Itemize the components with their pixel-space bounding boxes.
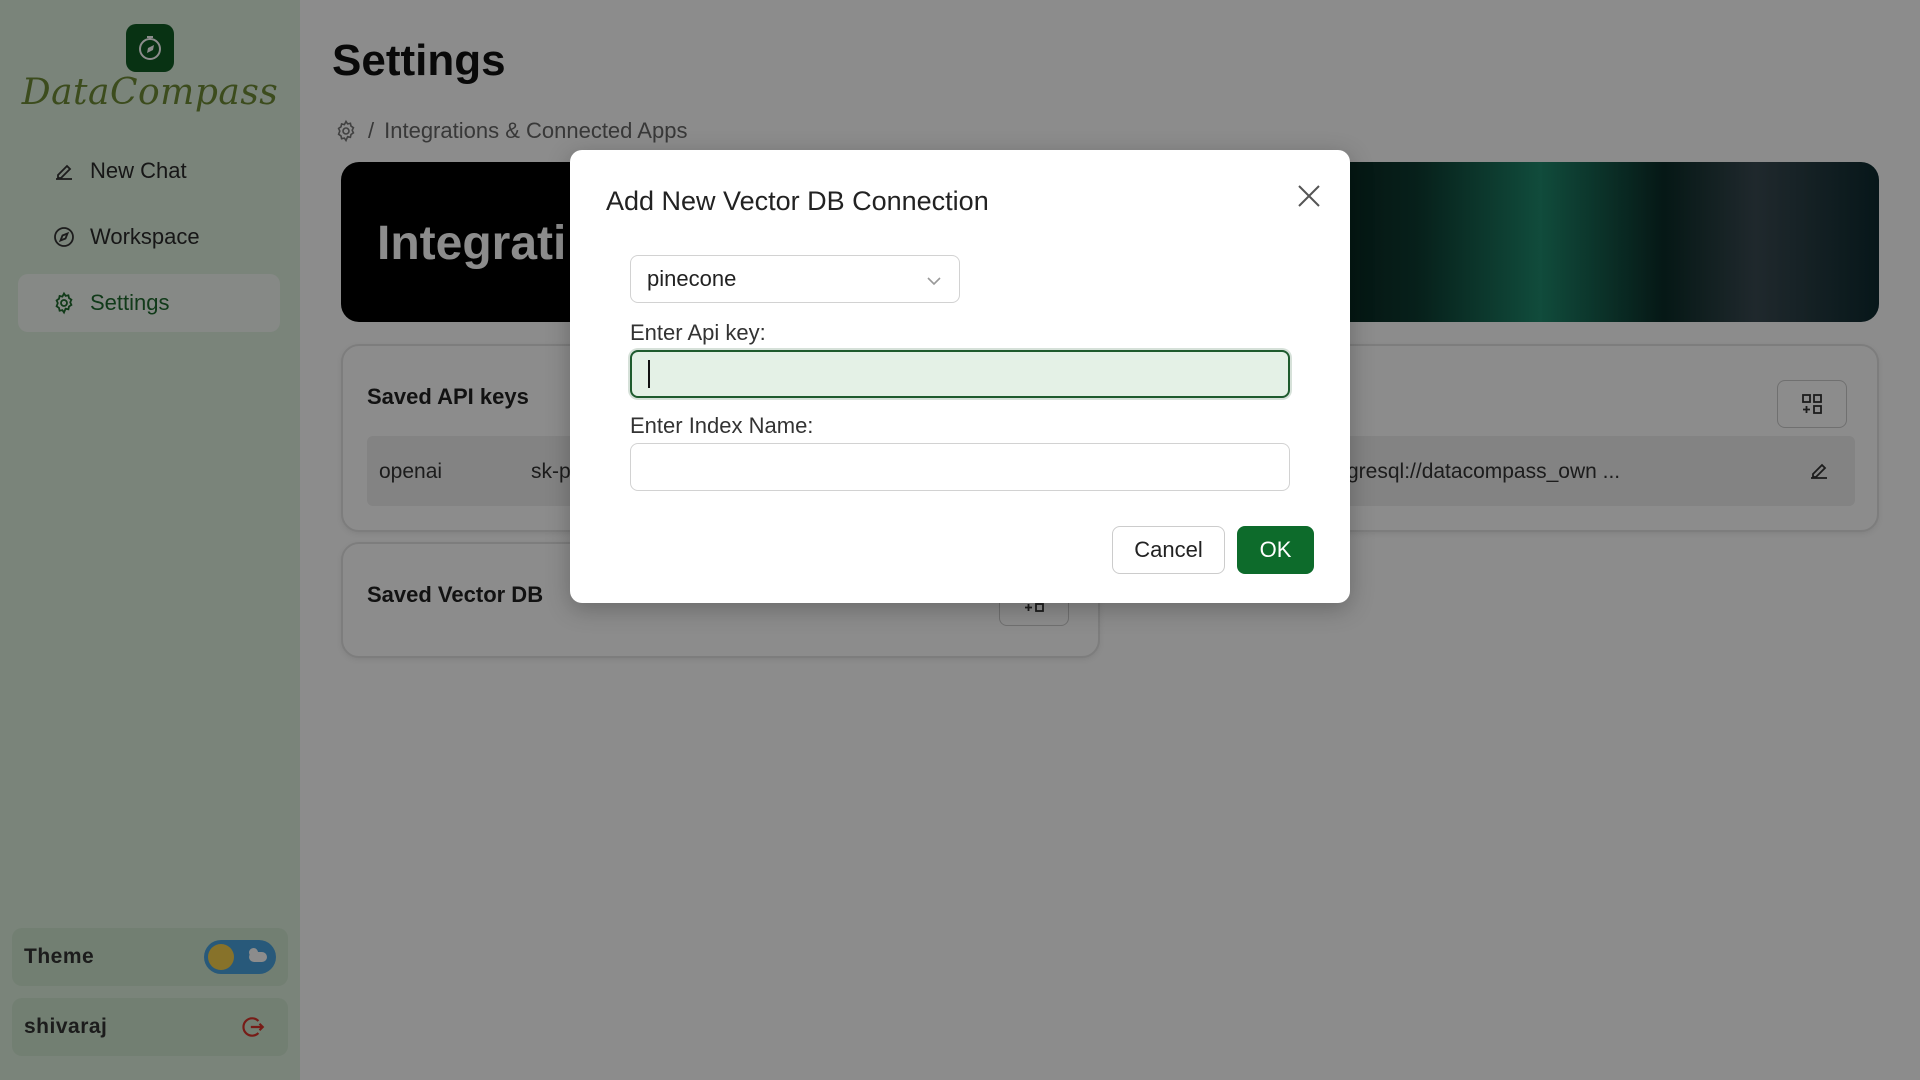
text-caret [648, 360, 650, 388]
api-key-label: Enter Api key: [630, 320, 766, 345]
add-vector-db-dialog: Add New Vector DB Connection pinecone En… [570, 150, 1350, 603]
chevron-down-icon [925, 270, 943, 296]
selected-provider: pinecone [647, 266, 737, 291]
index-name-input[interactable] [630, 443, 1290, 491]
cancel-button[interactable]: Cancel [1112, 526, 1225, 574]
dialog-title: Add New Vector DB Connection [606, 186, 989, 216]
vector-db-provider-select[interactable]: pinecone [630, 255, 960, 303]
ok-button[interactable]: OK [1237, 526, 1314, 574]
api-key-input[interactable] [630, 350, 1290, 398]
close-button[interactable] [1293, 180, 1325, 212]
index-name-label: Enter Index Name: [630, 413, 814, 438]
close-icon [1296, 183, 1322, 209]
